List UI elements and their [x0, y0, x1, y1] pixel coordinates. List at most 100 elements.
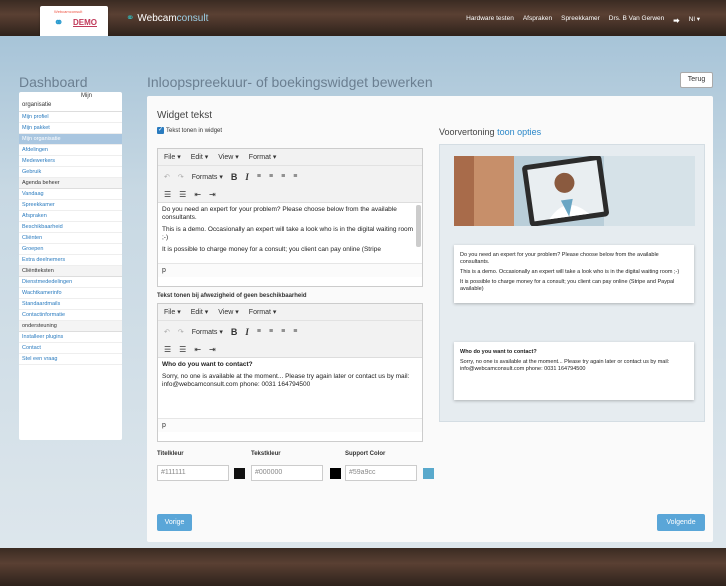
menu-view[interactable]: View ▾ [218, 308, 239, 316]
preview-line: It is possible to charge money for a con… [460, 279, 675, 292]
support-color-input[interactable]: #59a9cc [345, 465, 417, 481]
support-color-swatch[interactable] [423, 468, 434, 479]
sidebar-section-header: Cliëntteksten [19, 266, 122, 277]
editor-content[interactable]: Who do you want to contact? Sorry, no on… [158, 358, 422, 418]
language-select[interactable]: Nl ▾ [689, 15, 700, 25]
sidebar-item[interactable]: Stel een vraag [19, 354, 122, 365]
outdent-icon[interactable]: ⇤ [194, 345, 201, 354]
text-color-label: Tekstkleur [251, 451, 281, 457]
menu-format[interactable]: Format ▾ [249, 153, 277, 161]
page-title: Inloopspreekuur- of boekingswidget bewer… [147, 74, 433, 90]
absent-text-editor: File ▾ Edit ▾ View ▾ Format ▾ ↶ ↷ Format… [157, 303, 423, 442]
title-color-input[interactable]: #111111 [157, 465, 229, 481]
show-text-checkbox-row[interactable]: ✓ Tekst tonen in widget [157, 127, 222, 134]
doctor-tablet-image [454, 156, 695, 226]
editor-scrollbar[interactable] [416, 205, 421, 247]
dashboard-title: Dashboard [19, 74, 88, 90]
sidebar-item[interactable]: Standaardmails [19, 299, 122, 310]
checkbox-checked-icon[interactable]: ✓ [157, 127, 164, 134]
sidebar-item[interactable]: Vandaag [19, 189, 122, 200]
align-left-icon[interactable]: ≡ [257, 328, 261, 335]
sidebar-item[interactable]: Afdelingen [19, 145, 122, 156]
show-options-link[interactable]: toon opties [497, 127, 541, 137]
logo-tagline: Webcamconsult [54, 9, 83, 14]
main-panel: Widget tekst ✓ Tekst tonen in widget Fil… [147, 96, 713, 542]
back-button[interactable]: Terug [680, 72, 713, 88]
sidebar-item[interactable]: Gebruik [19, 167, 122, 178]
formats-dropdown[interactable]: Formats ▾ [192, 173, 223, 181]
next-button[interactable]: Volgende [657, 514, 705, 531]
preview-card-available: Do you need an expert for your problem? … [454, 245, 694, 303]
menu-view[interactable]: View ▾ [218, 153, 239, 161]
sidebar-item[interactable]: Cliënten [19, 233, 122, 244]
redo-icon[interactable]: ↷ [178, 328, 184, 336]
undo-icon[interactable]: ↶ [164, 173, 170, 181]
outdent-icon[interactable]: ⇤ [194, 190, 201, 199]
bullet-list-icon[interactable]: ☰ [164, 345, 171, 354]
logo-icon: ⚭ [54, 17, 64, 29]
logout-icon[interactable]: ⮕ [673, 15, 680, 25]
title-color-swatch[interactable] [234, 468, 245, 479]
bullet-list-icon[interactable]: ☰ [164, 190, 171, 199]
brand-name-b: consult [176, 13, 209, 24]
sidebar-item[interactable]: Contactinformatie [19, 310, 122, 321]
editor-line: It is possible to charge money for a con… [162, 246, 381, 253]
indent-icon[interactable]: ⇥ [209, 345, 216, 354]
logo[interactable]: Webcamconsult ⚭ DEMO [40, 6, 108, 38]
numbered-list-icon[interactable]: ☰ [179, 345, 186, 354]
nav-user[interactable]: Drs. B Van Gerwen [609, 15, 665, 25]
nav-hardware-testen[interactable]: Hardware testen [466, 15, 514, 25]
formats-dropdown[interactable]: Formats ▾ [192, 328, 223, 336]
sidebar-item[interactable]: Extra deelnemers [19, 255, 122, 266]
align-center-icon[interactable]: ≡ [269, 173, 273, 180]
absent-text-label: Tekst tonen bij afwezigheid of geen besc… [157, 293, 307, 299]
align-justify-icon[interactable]: ≡ [293, 173, 297, 180]
sidebar-item[interactable]: Dienstmededelingen [19, 277, 122, 288]
sidebar-item[interactable]: Contact [19, 343, 122, 354]
menu-format[interactable]: Format ▾ [249, 308, 277, 316]
sidebar-item[interactable]: Installeer plugins [19, 332, 122, 343]
sidebar-item[interactable]: Wachtkamerinfo [19, 288, 122, 299]
checkbox-label: Tekst tonen in widget [166, 127, 223, 134]
undo-icon[interactable]: ↶ [164, 328, 170, 336]
menu-edit[interactable]: Edit ▾ [191, 153, 209, 161]
sidebar-list: Mijn profiel Mijn pakket Mijn organisatie A… [19, 112, 122, 365]
sidebar-item[interactable]: Beschikbaarheid [19, 222, 122, 233]
text-color-swatch[interactable] [330, 468, 341, 479]
redo-icon[interactable]: ↷ [178, 173, 184, 181]
menu-file[interactable]: File ▾ [164, 153, 181, 161]
sidebar-item[interactable]: Groepen [19, 244, 122, 255]
brand: ⚭ Webcamconsult [126, 13, 208, 24]
align-justify-icon[interactable]: ≡ [293, 328, 297, 335]
italic-button[interactable]: I [245, 172, 249, 182]
preview-header-image [454, 156, 695, 226]
align-left-icon[interactable]: ≡ [257, 173, 261, 180]
sidebar-item[interactable]: Spreekkamer [19, 200, 122, 211]
menu-file[interactable]: File ▾ [164, 308, 181, 316]
preview-title: Voorvertoning toon opties [439, 127, 541, 137]
editor-content[interactable]: Do you need an expert for your problem? … [158, 203, 422, 263]
bold-button[interactable]: B [231, 327, 238, 337]
support-color-label: Support Color [345, 451, 386, 457]
sidebar-item[interactable]: Mijn organisatie [19, 134, 122, 145]
numbered-list-icon[interactable]: ☰ [179, 190, 186, 199]
sidebar-item[interactable]: Medewerkers [19, 156, 122, 167]
brand-name: Webcamconsult [137, 13, 208, 24]
nav-spreekkamer[interactable]: Spreekkamer [561, 15, 600, 25]
nav-afspraken[interactable]: Afspraken [523, 15, 552, 25]
sidebar-item[interactable]: Afspraken [19, 211, 122, 222]
text-color-input[interactable]: #000000 [251, 465, 323, 481]
editor-menubar: File ▾ Edit ▾ View ▾ Format ▾ [158, 149, 422, 166]
previous-button[interactable]: Vorige [157, 514, 192, 531]
align-center-icon[interactable]: ≡ [269, 328, 273, 335]
sidebar-item[interactable]: Mijn profiel [19, 112, 122, 123]
editor-toolbar: ↶ ↷ Formats ▾ B I ≡ ≡ ≡ ≡ [158, 166, 422, 187]
align-right-icon[interactable]: ≡ [281, 328, 285, 335]
sidebar-item[interactable]: Mijn pakket [19, 123, 122, 134]
align-right-icon[interactable]: ≡ [281, 173, 285, 180]
sidebar-header-bottom: organisatie [22, 102, 52, 108]
indent-icon[interactable]: ⇥ [209, 190, 216, 199]
italic-button[interactable]: I [245, 327, 249, 337]
bold-button[interactable]: B [231, 172, 238, 182]
menu-edit[interactable]: Edit ▾ [191, 308, 209, 316]
